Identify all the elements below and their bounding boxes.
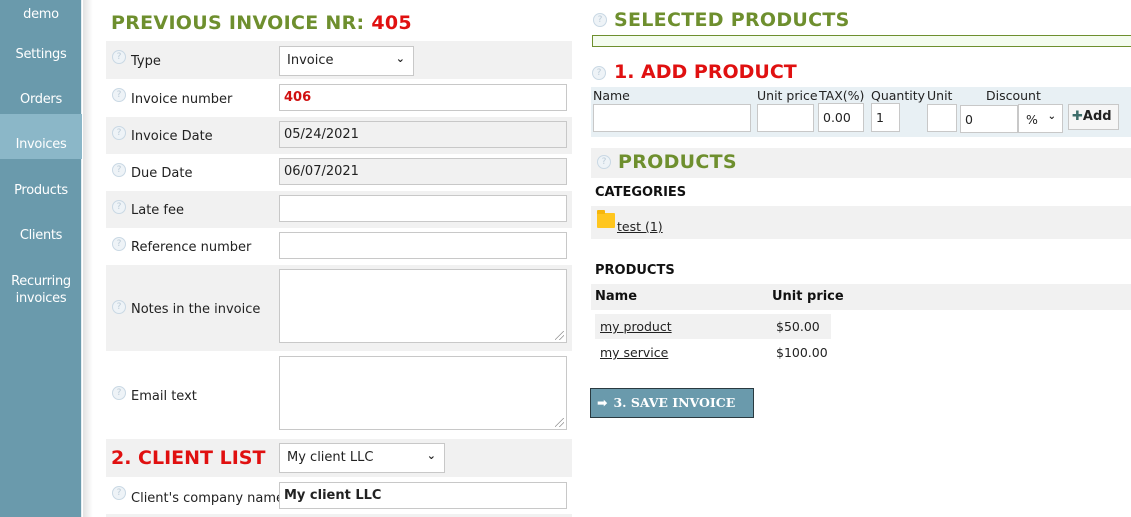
due-date-input[interactable]: 06/07/2021 (279, 158, 567, 185)
email-text-textarea[interactable] (279, 356, 567, 430)
notes-label: Notes in the invoice (131, 302, 261, 317)
reference-number-input[interactable] (279, 232, 567, 259)
row-notes: ? Notes in the invoice (106, 265, 572, 351)
help-icon[interactable]: ? (112, 237, 126, 251)
help-icon[interactable]: ? (112, 50, 126, 64)
tax-input[interactable]: 0.00 (818, 103, 864, 132)
sidebar-item-recurring-invoices[interactable]: Recurring invoices (0, 273, 82, 307)
products-col-unit-price: Unit price (772, 289, 844, 304)
reference-number-label: Reference number (131, 240, 252, 255)
row-reference-number: ? Reference number (106, 228, 572, 265)
add-button-label: Add (1082, 109, 1112, 124)
categories-bar (591, 206, 1131, 239)
unit-input[interactable] (927, 104, 957, 132)
help-icon[interactable]: ? (597, 155, 611, 169)
quantity-input[interactable]: 1 (871, 103, 900, 132)
client-company-label: Client's company name (131, 491, 285, 506)
discount-type-select[interactable]: % ⌄ (1018, 104, 1063, 133)
sidebar-item-orders[interactable]: Orders (0, 92, 82, 108)
row-client-company: ? Client's company name My client LLC (106, 477, 572, 517)
col-unit-price-label: Unit price (757, 88, 818, 103)
product-link[interactable]: my product (600, 319, 672, 334)
save-invoice-button[interactable]: ➡ 3. SAVE INVOICE (590, 388, 754, 418)
product-link[interactable]: my service (600, 345, 668, 360)
help-icon[interactable]: ? (112, 88, 126, 102)
row-type: ? Type Invoice ⌄ (106, 41, 572, 79)
type-label: Type (131, 54, 161, 69)
row-late-fee: ? Late fee (106, 191, 572, 228)
add-product-button[interactable]: ✚Add (1068, 104, 1119, 130)
due-date-label: Due Date (131, 166, 193, 181)
sidebar-item-demo[interactable]: demo (0, 7, 82, 23)
sidebar-item-settings[interactable]: Settings (0, 47, 82, 63)
row-due-date: ? Due Date 06/07/2021 (106, 154, 572, 191)
invoice-number-label: Invoice number (131, 92, 233, 107)
sidebar-item-invoices[interactable]: Invoices (0, 114, 82, 159)
help-icon[interactable]: ? (112, 486, 126, 500)
sidebar-item-products[interactable]: Products (0, 183, 82, 199)
invoice-number-input[interactable]: 406 (279, 84, 567, 111)
col-quantity-label: Quantity (871, 88, 926, 103)
type-select-value: Invoice (287, 53, 334, 68)
client-list-title: 2. CLIENT LIST (111, 447, 266, 469)
client-select-value: My client LLC (287, 450, 374, 465)
selected-products-list (592, 35, 1131, 47)
col-name-label: Name (593, 88, 630, 103)
previous-invoice-title: PREVIOUS INVOICE NR: 405 (111, 12, 412, 34)
product-name-input[interactable] (593, 104, 751, 132)
products-list-label: PRODUCTS (595, 263, 675, 278)
notes-textarea[interactable] (279, 269, 567, 343)
col-tax-label: TAX(%) (819, 88, 865, 103)
products-table-header: Name Unit price (591, 284, 1131, 310)
row-client-list: 2. CLIENT LIST My client LLC ⌄ (106, 439, 572, 477)
col-unit-label: Unit (927, 88, 953, 103)
col-discount-label: Discount (986, 88, 1041, 103)
selected-products-title: SELECTED PRODUCTS (614, 9, 850, 31)
product-price: $50.00 (776, 319, 820, 334)
help-icon[interactable]: ? (592, 66, 606, 80)
product-price: $100.00 (776, 345, 828, 360)
help-icon[interactable]: ? (112, 200, 126, 214)
sidebar-item-clients[interactable]: Clients (0, 228, 82, 244)
help-icon[interactable]: ? (112, 386, 126, 400)
type-select[interactable]: Invoice ⌄ (279, 46, 414, 76)
invoice-date-input[interactable]: 05/24/2021 (279, 121, 567, 148)
help-icon[interactable]: ? (593, 13, 607, 27)
client-company-input[interactable]: My client LLC (279, 482, 567, 509)
row-invoice-number: ? Invoice number 406 (106, 79, 572, 117)
plus-icon: ✚ (1072, 109, 1083, 124)
help-icon[interactable]: ? (112, 300, 126, 314)
late-fee-label: Late fee (131, 203, 185, 218)
help-icon[interactable]: ? (112, 126, 126, 140)
products-title: PRODUCTS (618, 151, 737, 173)
chevron-down-icon: ⌄ (395, 52, 405, 65)
chevron-down-icon: ⌄ (1047, 111, 1056, 122)
row-invoice-date: ? Invoice Date 05/24/2021 (106, 117, 572, 154)
sidebar: demo Settings Orders Invoices Products C… (0, 0, 82, 517)
add-product-title: 1. ADD PRODUCT (614, 61, 797, 83)
category-link-test[interactable]: test (1) (617, 219, 663, 234)
unit-price-input[interactable] (757, 104, 814, 132)
email-text-label: Email text (131, 389, 197, 404)
save-invoice-label: 3. SAVE INVOICE (613, 395, 736, 410)
add-product-panel: Name Unit price TAX(%) Quantity Unit Dis… (591, 87, 1131, 137)
late-fee-input[interactable] (279, 195, 567, 222)
previous-invoice-label: PREVIOUS INVOICE NR: (111, 12, 365, 34)
folder-icon (597, 210, 615, 228)
resize-grip-icon[interactable] (555, 418, 564, 427)
resize-grip-icon[interactable] (555, 331, 564, 340)
client-select[interactable]: My client LLC ⌄ (279, 443, 445, 473)
previous-invoice-number: 405 (371, 12, 412, 34)
arrow-right-icon: ➡ (597, 395, 608, 410)
row-email-text: ? Email text (106, 351, 572, 438)
categories-label: CATEGORIES (595, 185, 687, 200)
discount-input[interactable]: 0 (960, 105, 1018, 133)
sidebar-shadow (83, 0, 93, 517)
chevron-down-icon: ⌄ (426, 449, 436, 462)
products-col-name: Name (595, 289, 638, 304)
help-icon[interactable]: ? (112, 163, 126, 177)
invoice-date-label: Invoice Date (131, 129, 213, 144)
discount-type-value: % (1026, 112, 1038, 127)
